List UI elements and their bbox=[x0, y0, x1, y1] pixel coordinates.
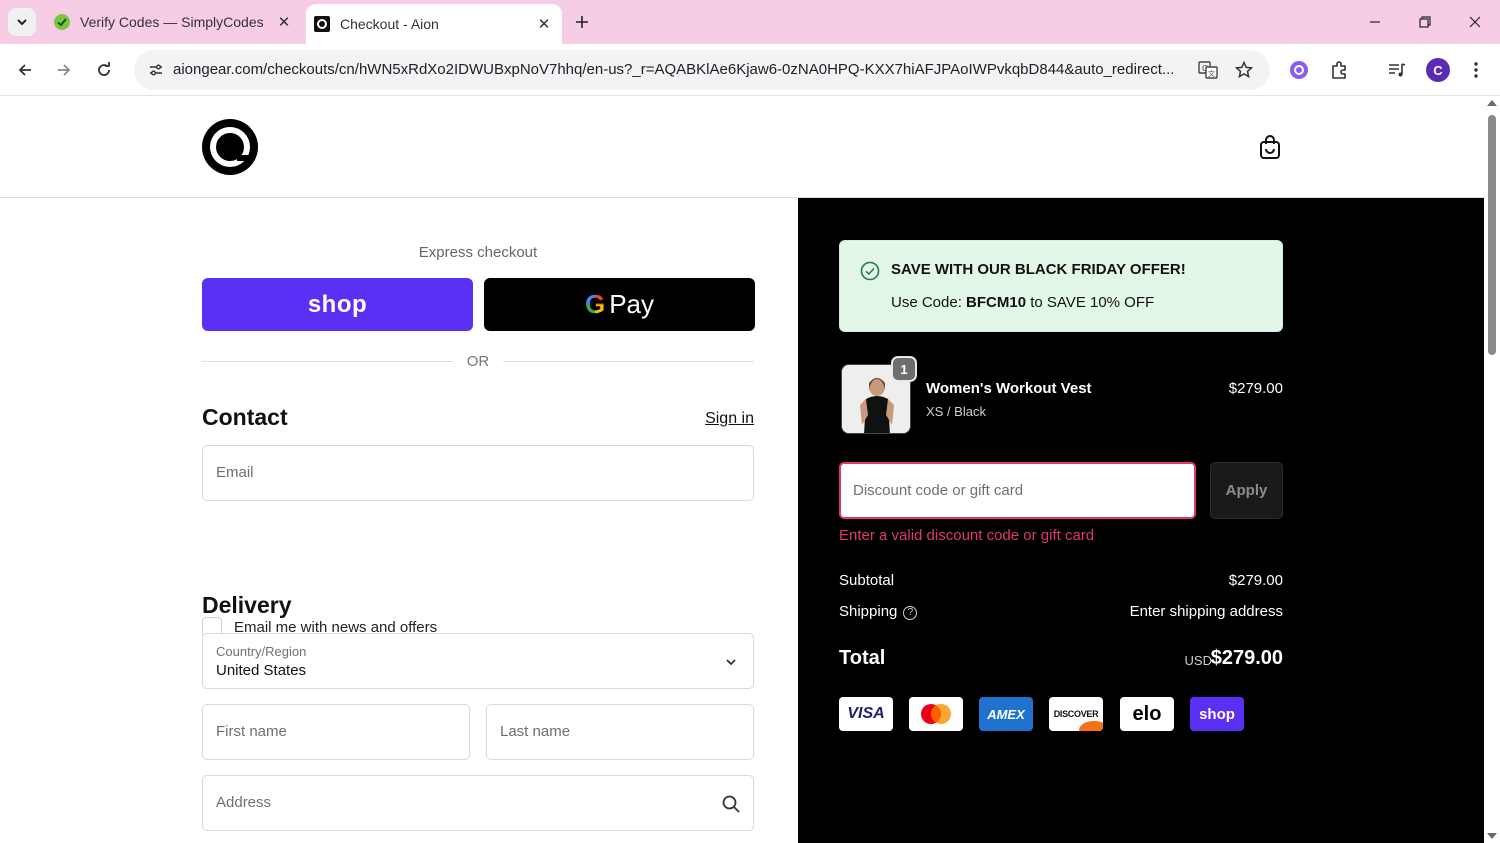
discount-placeholder: Discount code or gift card bbox=[853, 482, 1024, 499]
simplycodes-favicon-icon bbox=[54, 14, 70, 30]
product-name: Women's Workout Vest bbox=[926, 380, 1092, 397]
checkout-form: Express checkout shop G Pay OR Contact S… bbox=[0, 198, 798, 843]
last-name-field[interactable]: Last name bbox=[486, 704, 754, 760]
new-tab-button[interactable] bbox=[568, 8, 596, 36]
site-info-icon[interactable] bbox=[142, 56, 170, 84]
restore-button[interactable] bbox=[1400, 0, 1450, 44]
help-icon[interactable]: ? bbox=[903, 606, 918, 620]
scroll-up-arrow[interactable] bbox=[1487, 100, 1497, 106]
country-select[interactable]: Country/Region United States bbox=[202, 633, 754, 689]
media-controls-icon[interactable] bbox=[1383, 56, 1411, 84]
tab-strip: Verify Codes — SimplyCodes ✕ Checkout - … bbox=[0, 0, 1500, 44]
or-label: OR bbox=[466, 353, 490, 370]
product-variant: XS / Black bbox=[926, 404, 986, 419]
order-summary: SAVE WITH OUR BLACK FRIDAY OFFER! Use Co… bbox=[798, 198, 1484, 843]
google-g-icon: G bbox=[584, 289, 606, 319]
close-window-button[interactable] bbox=[1450, 0, 1500, 44]
country-value: United States bbox=[216, 662, 307, 679]
total-value: $279.00 bbox=[1210, 647, 1283, 669]
elo-icon: elo bbox=[1120, 697, 1174, 731]
scrollbar-thumb[interactable] bbox=[1488, 115, 1496, 355]
close-icon bbox=[1469, 16, 1481, 28]
visa-icon: VISA bbox=[839, 697, 893, 731]
google-pay-button[interactable]: G Pay bbox=[484, 278, 755, 331]
aion-favicon-icon bbox=[314, 16, 330, 32]
arrow-right-icon bbox=[58, 64, 71, 76]
restore-icon bbox=[1419, 16, 1431, 28]
delivery-heading: Delivery bbox=[202, 592, 292, 618]
last-name-placeholder: Last name bbox=[500, 723, 571, 740]
first-name-placeholder: First name bbox=[216, 723, 287, 740]
extensions-puzzle-icon[interactable] bbox=[1325, 56, 1353, 84]
email-placeholder: Email bbox=[216, 464, 254, 481]
browser-toolbar: aiongear.com/checkouts/cn/hWN5xRdXo2IDWU… bbox=[0, 44, 1500, 96]
address-field[interactable]: Address bbox=[202, 775, 754, 831]
forward-button[interactable] bbox=[48, 54, 80, 86]
bookmark-star-icon[interactable] bbox=[1230, 56, 1258, 84]
total-label: Total bbox=[839, 647, 886, 669]
apply-discount-button[interactable]: Apply bbox=[1210, 462, 1283, 519]
promo-text: Use Code: BFCM10 to SAVE 10% OFF bbox=[891, 294, 1155, 311]
tab-simplycodes[interactable]: Verify Codes — SimplyCodes ✕ bbox=[44, 0, 302, 44]
first-name-field[interactable]: First name bbox=[202, 704, 470, 760]
tab-search-button[interactable] bbox=[8, 8, 36, 36]
tab-title: Verify Codes — SimplyCodes bbox=[80, 14, 264, 30]
promo-code: BFCM10 bbox=[966, 294, 1027, 311]
shipping-label: Shipping bbox=[839, 603, 898, 620]
contact-heading: Contact bbox=[202, 404, 288, 430]
shop-pay-icon: shop bbox=[1190, 697, 1244, 731]
shop-pay-button[interactable]: shop bbox=[202, 278, 473, 331]
express-checkout-label: Express checkout bbox=[418, 244, 538, 261]
checkout-page: Express checkout shop G Pay OR Contact S… bbox=[0, 97, 1484, 843]
product-price: $279.00 bbox=[1228, 380, 1283, 397]
svg-text:文: 文 bbox=[1208, 69, 1215, 78]
close-tab-icon[interactable]: ✕ bbox=[532, 12, 556, 36]
close-tab-icon[interactable]: ✕ bbox=[272, 10, 296, 34]
back-button[interactable] bbox=[9, 54, 41, 86]
arrow-left-icon bbox=[18, 64, 31, 76]
shop-pay-label: shop bbox=[307, 290, 368, 318]
sign-in-link[interactable]: Sign in bbox=[680, 410, 754, 428]
gpay-label: Pay bbox=[609, 289, 655, 319]
minimize-icon bbox=[1370, 21, 1380, 23]
menu-kebab-icon[interactable] bbox=[1462, 56, 1490, 84]
site-header bbox=[0, 97, 1484, 198]
search-icon bbox=[722, 795, 740, 813]
country-label: Country/Region bbox=[216, 644, 307, 659]
aion-logo[interactable] bbox=[202, 119, 258, 175]
tab-checkout-aion[interactable]: Checkout - Aion ✕ bbox=[306, 4, 562, 44]
discount-error-message: Enter a valid discount code or gift card bbox=[839, 527, 1095, 544]
reload-button[interactable] bbox=[88, 54, 120, 86]
promo-title: SAVE WITH OUR BLACK FRIDAY OFFER! bbox=[891, 261, 1186, 278]
subtotal-label: Subtotal bbox=[839, 572, 895, 589]
or-divider: OR bbox=[202, 352, 754, 372]
minimize-button[interactable] bbox=[1350, 0, 1400, 44]
profile-avatar[interactable]: C bbox=[1426, 58, 1450, 82]
extension-simplycodes-icon[interactable] bbox=[1285, 56, 1313, 84]
chevron-down-icon bbox=[726, 659, 736, 666]
discover-icon: DISCOVER bbox=[1049, 697, 1103, 731]
quantity-badge: 1 bbox=[891, 356, 917, 382]
discount-code-input[interactable]: Discount code or gift card bbox=[839, 462, 1196, 519]
shopping-bag-icon[interactable] bbox=[1256, 133, 1284, 161]
mastercard-icon bbox=[909, 697, 963, 731]
translate-icon[interactable]: G文 bbox=[1194, 56, 1222, 84]
page-scrollbar[interactable] bbox=[1484, 97, 1500, 843]
subtotal-value: $279.00 bbox=[1228, 572, 1283, 589]
address-bar[interactable]: aiongear.com/checkouts/cn/hWN5xRdXo2IDWU… bbox=[134, 50, 1270, 90]
reload-icon bbox=[98, 62, 110, 76]
email-field[interactable]: Email bbox=[202, 445, 754, 501]
url-text: aiongear.com/checkouts/cn/hWN5xRdXo2IDWU… bbox=[173, 61, 1175, 78]
plus-icon bbox=[576, 16, 588, 28]
amex-icon: AMEX bbox=[979, 697, 1033, 731]
address-placeholder: Address bbox=[216, 794, 272, 811]
promo-banner: SAVE WITH OUR BLACK FRIDAY OFFER! Use Co… bbox=[839, 240, 1283, 332]
chevron-down-icon bbox=[17, 19, 27, 26]
shipping-value: Enter shipping address bbox=[1129, 603, 1283, 620]
scroll-down-arrow[interactable] bbox=[1487, 833, 1497, 839]
check-circle-icon bbox=[860, 261, 880, 281]
tab-title: Checkout - Aion bbox=[340, 16, 439, 32]
total-currency: USD bbox=[1184, 653, 1212, 668]
